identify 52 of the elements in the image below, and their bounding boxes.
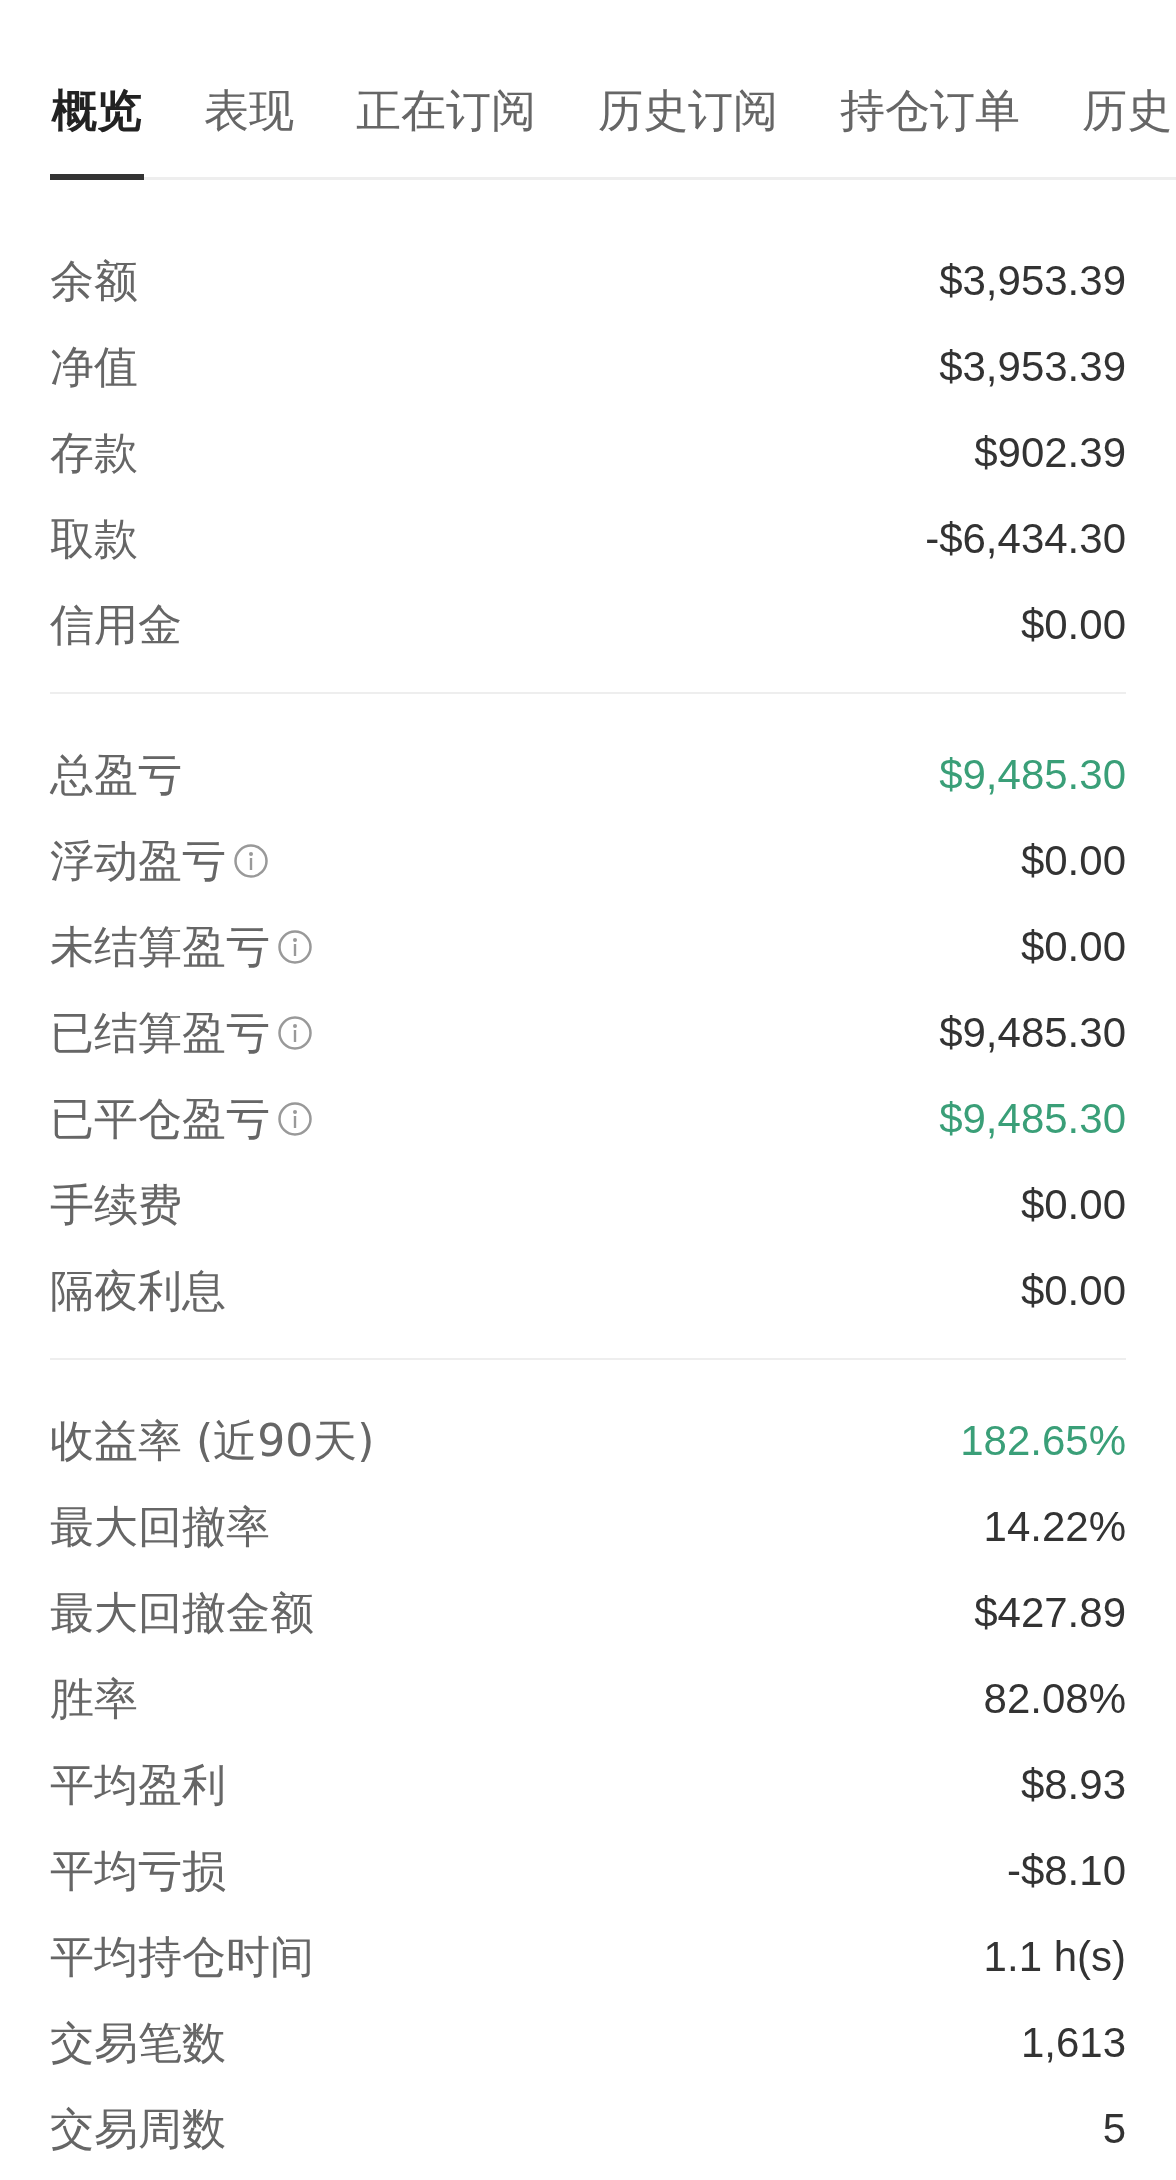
- field-value: 14.22%: [983, 1501, 1126, 1552]
- field-label: 已结算盈亏: [50, 1006, 270, 1060]
- field-label: 取款: [50, 512, 138, 566]
- field-label: 信用金: [50, 598, 182, 652]
- field-value: 1.1 h(s): [983, 1931, 1126, 1982]
- field-value: 5: [1102, 2103, 1126, 2154]
- field-value: $902.39: [974, 427, 1126, 478]
- field-value: $9,485.30: [939, 749, 1126, 800]
- field-label: 最大回撤率: [50, 1500, 270, 1554]
- field-value: $0.00: [1020, 835, 1126, 886]
- tab[interactable]: 持仓订单: [838, 84, 1022, 180]
- tab[interactable]: 正在订阅: [354, 84, 538, 180]
- field-label: 存款: [50, 426, 138, 480]
- field-label: 浮动盈亏: [50, 834, 226, 888]
- field-label: 余额: [50, 254, 138, 308]
- field-value: $9,485.30: [939, 1007, 1126, 1058]
- info-icon[interactable]: [278, 1016, 312, 1050]
- field-value: $0.00: [1020, 1179, 1126, 1230]
- field-label: 胜率: [50, 1672, 138, 1726]
- field-value: $0.00: [1020, 599, 1126, 650]
- field-value: -$6,434.30: [925, 513, 1126, 564]
- field-label: 已平仓盈亏: [50, 1092, 270, 1146]
- field-label: 收益率 (近90天): [50, 1414, 375, 1468]
- tab[interactable]: 历史订阅: [596, 84, 780, 180]
- field-value: 1,613: [1020, 2017, 1126, 2068]
- field-label: 净值: [50, 340, 138, 394]
- field-label: 平均亏损: [50, 1844, 226, 1898]
- field-value: 82.08%: [983, 1673, 1126, 1724]
- field-value: $0.00: [1020, 921, 1126, 972]
- info-icon[interactable]: [278, 1102, 312, 1136]
- field-value: -$8.10: [1006, 1845, 1126, 1896]
- field-label: 未结算盈亏: [50, 920, 270, 974]
- field-label: 平均盈利: [50, 1758, 226, 1812]
- field-value: $427.89: [974, 1587, 1126, 1638]
- field-label: 交易笔数: [50, 2016, 226, 2070]
- info-icon[interactable]: [278, 930, 312, 964]
- tab[interactable]: 表现: [202, 84, 296, 180]
- field-value: $9,485.30: [939, 1093, 1126, 1144]
- field-value: $0.00: [1020, 1265, 1126, 1316]
- field-label: 手续费: [50, 1178, 182, 1232]
- field-value: $8.93: [1020, 1759, 1126, 1810]
- field-label: 总盈亏: [50, 748, 182, 802]
- field-label: 平均持仓时间: [50, 1930, 314, 1984]
- tab[interactable]: 概览: [50, 84, 144, 180]
- field-label: 最大回撤金额: [50, 1586, 314, 1640]
- field-value: $3,953.39: [939, 255, 1126, 306]
- field-value: $3,953.39: [939, 341, 1126, 392]
- tab[interactable]: 历史: [1080, 84, 1174, 180]
- field-value: 182.65%: [960, 1415, 1126, 1466]
- field-label: 交易周数: [50, 2102, 226, 2156]
- info-icon[interactable]: [234, 844, 268, 878]
- field-label: 隔夜利息: [50, 1264, 226, 1318]
